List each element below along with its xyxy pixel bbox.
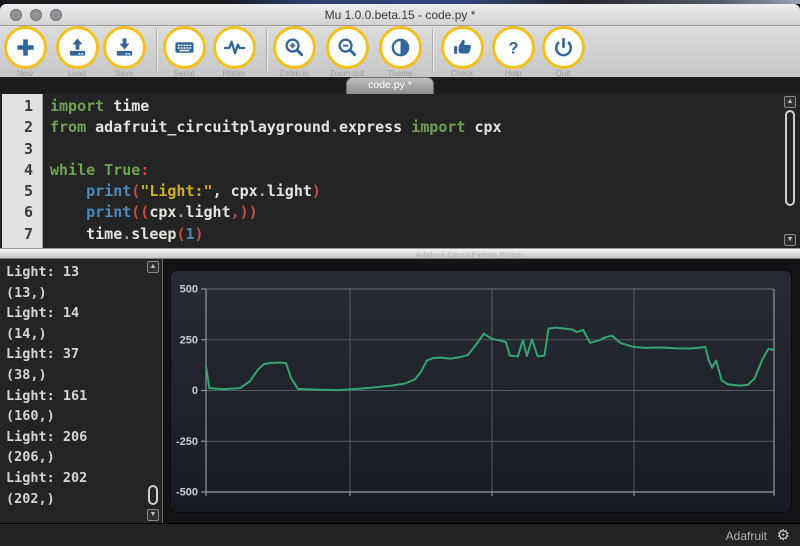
plotter-button[interactable] <box>213 26 256 69</box>
tab-code-py[interactable]: code.py * <box>346 77 434 94</box>
serial-output-line: (202,) <box>6 489 87 510</box>
console-scrollbar[interactable]: ▲ ▼ <box>147 261 160 521</box>
toolbar: NewLoadSaveSerialPlotterZoom-inZoom-outT… <box>0 26 800 77</box>
toolbar-group-divider <box>432 29 433 72</box>
serial-output-line: (38,) <box>6 365 87 386</box>
serial-output-line: Light: 37 <box>6 344 87 365</box>
titlebar[interactable]: Mu 1.0.0.beta.15 - code.py * <box>0 4 800 26</box>
serial-output-line: (14,) <box>6 324 87 345</box>
download-icon <box>113 36 136 59</box>
plus-icon <box>14 36 37 59</box>
light-data-line <box>206 328 774 391</box>
scroll-up-icon[interactable]: ▲ <box>147 261 159 273</box>
line-number: 4 <box>2 160 42 181</box>
serial-console[interactable]: Light: 13(13,)Light: 14(14,)Light: 37(38… <box>0 259 162 523</box>
serial-button[interactable] <box>163 26 206 69</box>
splitter-ghost-text: Adafruit CircuitPython Plotter <box>400 250 540 259</box>
status-bar: Adafruit ⚙ <box>0 523 800 546</box>
window-title: Mu 1.0.0.beta.15 - code.py * <box>0 8 800 22</box>
serial-output-line: (13,) <box>6 283 87 304</box>
serial-output-line: Light: 161 <box>6 386 87 407</box>
serial-output-line: Light: 202 <box>6 468 87 489</box>
mode-label: Adafruit <box>726 529 767 543</box>
code-line: import time <box>50 96 502 117</box>
new-button[interactable] <box>4 26 47 69</box>
line-number: 3 <box>2 139 42 160</box>
editor-scrollbar[interactable]: ▲ ▼ <box>784 96 797 246</box>
zoom-out-icon <box>336 36 359 59</box>
gear-icon[interactable]: ⚙ <box>777 526 790 544</box>
editor-scrollbar-thumb[interactable] <box>785 110 795 206</box>
code-text[interactable]: import timefrom adafruit_circuitplaygrou… <box>50 96 502 245</box>
code-editor[interactable]: 1234567 import timefrom adafruit_circuit… <box>0 94 800 248</box>
pulse-icon <box>223 36 246 59</box>
line-number-gutter: 1234567 <box>2 94 43 248</box>
light-sensor-chart: 500 250 0 -250 -500 <box>171 271 791 512</box>
zoom-in-button[interactable] <box>273 26 316 69</box>
check-button[interactable] <box>441 26 484 69</box>
toolbar-group-divider <box>156 29 157 72</box>
keyboard-icon <box>173 36 196 59</box>
theme-button[interactable] <box>379 26 422 69</box>
code-line: time.sleep(1) <box>50 224 502 245</box>
line-number: 1 <box>2 96 42 117</box>
upload-icon <box>66 36 89 59</box>
zoom-in-icon <box>283 36 306 59</box>
question-icon: ? <box>502 36 525 59</box>
save-button[interactable] <box>103 26 146 69</box>
zoom-out-button[interactable] <box>326 26 369 69</box>
serial-output-line: (160,) <box>6 406 87 427</box>
toolbar-group-divider <box>266 29 267 72</box>
serial-output-line: (206,) <box>6 447 87 468</box>
line-number: 2 <box>2 117 42 138</box>
contrast-icon <box>389 36 412 59</box>
serial-output-line: Light: 14 <box>6 303 87 324</box>
chart-plot: 500 250 0 -250 -500 <box>171 271 791 512</box>
y-axis-tick-label: 500 <box>180 284 198 296</box>
console-scrollbar-thumb[interactable] <box>148 485 158 505</box>
svg-text:?: ? <box>509 39 519 57</box>
serial-output-line: Light: 13 <box>6 262 87 283</box>
code-line: from adafruit_circuitplayground.express … <box>50 117 502 138</box>
load-button[interactable] <box>56 26 99 69</box>
thumbs-up-icon <box>451 36 474 59</box>
pane-splitter[interactable]: Adafruit CircuitPython Plotter <box>0 248 800 259</box>
tab-bar: code.py * <box>0 77 800 94</box>
app-window: Mu 1.0.0.beta.15 - code.py * NewLoadSave… <box>0 0 800 546</box>
y-axis-tick-label: -500 <box>176 487 198 499</box>
y-axis-tick-label: 0 <box>192 385 198 397</box>
line-number: 7 <box>2 224 42 245</box>
bottom-panes: Light: 13(13,)Light: 14(14,)Light: 37(38… <box>0 259 800 523</box>
line-number: 6 <box>2 202 42 223</box>
power-icon <box>552 36 575 59</box>
serial-output: Light: 13(13,)Light: 14(14,)Light: 37(38… <box>6 262 87 509</box>
code-line: while True: <box>50 160 502 181</box>
scroll-down-icon[interactable]: ▼ <box>784 234 796 246</box>
code-line: print((cpx.light,)) <box>50 202 502 223</box>
help-button[interactable]: ? <box>492 26 535 69</box>
line-number: 5 <box>2 181 42 202</box>
serial-output-line: Light: 206 <box>6 427 87 448</box>
plotter-pane: 500 250 0 -250 -500 <box>163 259 800 523</box>
scroll-down-icon[interactable]: ▼ <box>147 509 159 521</box>
quit-button[interactable] <box>542 26 585 69</box>
code-line: print("Light:", cpx.light) <box>50 181 502 202</box>
y-axis-tick-label: 250 <box>180 334 198 346</box>
y-axis-tick-label: -250 <box>176 436 198 448</box>
scroll-up-icon[interactable]: ▲ <box>784 96 796 108</box>
code-line <box>50 139 502 160</box>
